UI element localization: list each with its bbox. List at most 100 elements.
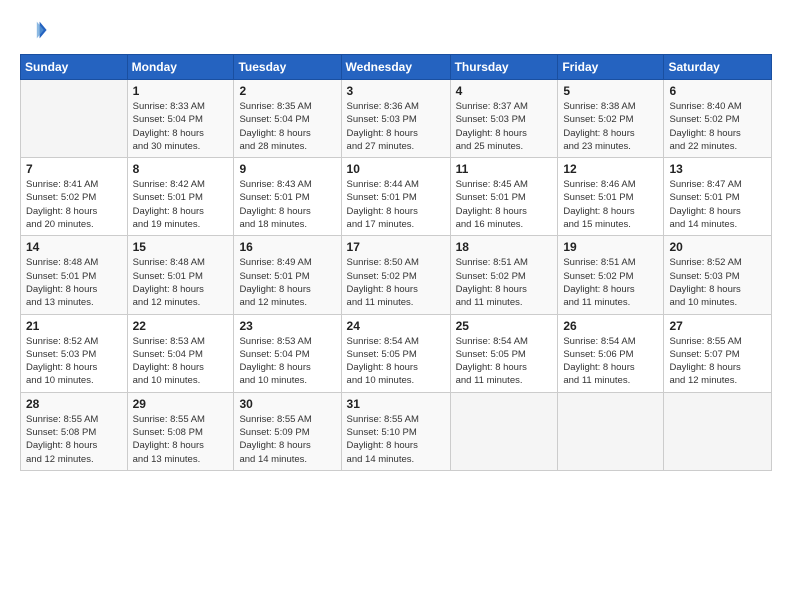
calendar-cell: 14Sunrise: 8:48 AM Sunset: 5:01 PM Dayli… <box>21 236 128 314</box>
column-header-saturday: Saturday <box>664 55 772 80</box>
calendar-cell: 17 Sunrise: 8:50 AM Sunset: 5:02 PM Dayli… <box>341 236 450 314</box>
cell-info-text: Sunrise: 8:35 AM Sunset: 5:04 PM Dayligh… <box>239 100 335 153</box>
calendar-cell: 1 Sunrise: 8:33 AM Sunset: 5:04 PM Daylig… <box>127 80 234 158</box>
column-header-thursday: Thursday <box>450 55 558 80</box>
calendar-cell: 15 Sunrise: 8:48 AM Sunset: 5:01 PM Dayli… <box>127 236 234 314</box>
calendar-header-row: SundayMondayTuesdayWednesdayThursdayFrid… <box>21 55 772 80</box>
cell-info-text: Sunrise: 8:45 AM Sunset: 5:01 PM Dayligh… <box>456 178 553 231</box>
cell-info-text: Sunrise: 8:33 AM Sunset: 5:04 PM Dayligh… <box>133 100 229 153</box>
calendar-cell: 26Sunrise: 8:54 AM Sunset: 5:06 PM Dayli… <box>558 314 664 392</box>
calendar-cell: 18 Sunrise: 8:51 AM Sunset: 5:02 PM Dayli… <box>450 236 558 314</box>
cell-day-number: 6 <box>669 84 766 98</box>
calendar-cell: 31 Sunrise: 8:55 AM Sunset: 5:10 PM Dayli… <box>341 392 450 470</box>
cell-info-text: Sunrise: 8:55 AM Sunset: 5:08 PM Dayligh… <box>133 413 229 466</box>
cell-day-number: 9 <box>239 162 335 176</box>
column-header-sunday: Sunday <box>21 55 128 80</box>
cell-day-number: 19 <box>563 240 658 254</box>
cell-info-text: Sunrise: 8:54 AM Sunset: 5:05 PM Dayligh… <box>456 335 553 388</box>
calendar-week-row: 28 Sunrise: 8:55 AM Sunset: 5:08 PM Dayli… <box>21 392 772 470</box>
cell-info-text: Sunrise: 8:37 AM Sunset: 5:03 PM Dayligh… <box>456 100 553 153</box>
cell-info-text: Sunrise: 8:36 AM Sunset: 5:03 PM Dayligh… <box>347 100 445 153</box>
logo <box>20 16 52 44</box>
calendar-cell: 13Sunrise: 8:47 AM Sunset: 5:01 PM Dayli… <box>664 158 772 236</box>
calendar-cell: 12Sunrise: 8:46 AM Sunset: 5:01 PM Dayli… <box>558 158 664 236</box>
calendar-cell <box>664 392 772 470</box>
calendar-table: SundayMondayTuesdayWednesdayThursdayFrid… <box>20 54 772 471</box>
cell-info-text: Sunrise: 8:52 AM Sunset: 5:03 PM Dayligh… <box>26 335 122 388</box>
cell-info-text: Sunrise: 8:48 AM Sunset: 5:01 PM Dayligh… <box>133 256 229 309</box>
cell-day-number: 10 <box>347 162 445 176</box>
calendar-cell <box>21 80 128 158</box>
calendar-cell: 8Sunrise: 8:42 AM Sunset: 5:01 PM Daylig… <box>127 158 234 236</box>
cell-day-number: 25 <box>456 319 553 333</box>
cell-day-number: 11 <box>456 162 553 176</box>
calendar-cell: 2 Sunrise: 8:35 AM Sunset: 5:04 PM Daylig… <box>234 80 341 158</box>
cell-day-number: 18 <box>456 240 553 254</box>
calendar-cell: 16Sunrise: 8:49 AM Sunset: 5:01 PM Dayli… <box>234 236 341 314</box>
cell-day-number: 20 <box>669 240 766 254</box>
calendar-cell: 30 Sunrise: 8:55 AM Sunset: 5:09 PM Dayli… <box>234 392 341 470</box>
column-header-friday: Friday <box>558 55 664 80</box>
calendar-cell: 10Sunrise: 8:44 AM Sunset: 5:01 PM Dayli… <box>341 158 450 236</box>
cell-info-text: Sunrise: 8:50 AM Sunset: 5:02 PM Dayligh… <box>347 256 445 309</box>
cell-day-number: 12 <box>563 162 658 176</box>
calendar-cell: 3Sunrise: 8:36 AM Sunset: 5:03 PM Daylig… <box>341 80 450 158</box>
column-header-tuesday: Tuesday <box>234 55 341 80</box>
calendar-cell: 27 Sunrise: 8:55 AM Sunset: 5:07 PM Dayli… <box>664 314 772 392</box>
cell-day-number: 5 <box>563 84 658 98</box>
cell-info-text: Sunrise: 8:53 AM Sunset: 5:04 PM Dayligh… <box>239 335 335 388</box>
calendar-week-row: 21Sunrise: 8:52 AM Sunset: 5:03 PM Dayli… <box>21 314 772 392</box>
cell-day-number: 17 <box>347 240 445 254</box>
cell-info-text: Sunrise: 8:51 AM Sunset: 5:02 PM Dayligh… <box>563 256 658 309</box>
calendar-cell: 21Sunrise: 8:52 AM Sunset: 5:03 PM Dayli… <box>21 314 128 392</box>
cell-day-number: 29 <box>133 397 229 411</box>
calendar-cell: 11 Sunrise: 8:45 AM Sunset: 5:01 PM Dayli… <box>450 158 558 236</box>
cell-info-text: Sunrise: 8:41 AM Sunset: 5:02 PM Dayligh… <box>26 178 122 231</box>
cell-day-number: 28 <box>26 397 122 411</box>
cell-info-text: Sunrise: 8:55 AM Sunset: 5:09 PM Dayligh… <box>239 413 335 466</box>
calendar-cell: 7 Sunrise: 8:41 AM Sunset: 5:02 PM Daylig… <box>21 158 128 236</box>
column-header-monday: Monday <box>127 55 234 80</box>
cell-day-number: 15 <box>133 240 229 254</box>
cell-day-number: 14 <box>26 240 122 254</box>
calendar-cell: 6Sunrise: 8:40 AM Sunset: 5:02 PM Daylig… <box>664 80 772 158</box>
cell-day-number: 22 <box>133 319 229 333</box>
calendar-week-row: 7 Sunrise: 8:41 AM Sunset: 5:02 PM Daylig… <box>21 158 772 236</box>
cell-day-number: 2 <box>239 84 335 98</box>
cell-info-text: Sunrise: 8:52 AM Sunset: 5:03 PM Dayligh… <box>669 256 766 309</box>
cell-day-number: 31 <box>347 397 445 411</box>
cell-day-number: 1 <box>133 84 229 98</box>
cell-info-text: Sunrise: 8:47 AM Sunset: 5:01 PM Dayligh… <box>669 178 766 231</box>
calendar-cell: 5 Sunrise: 8:38 AM Sunset: 5:02 PM Daylig… <box>558 80 664 158</box>
cell-info-text: Sunrise: 8:49 AM Sunset: 5:01 PM Dayligh… <box>239 256 335 309</box>
calendar-cell: 25 Sunrise: 8:54 AM Sunset: 5:05 PM Dayli… <box>450 314 558 392</box>
calendar-cell <box>558 392 664 470</box>
cell-info-text: Sunrise: 8:55 AM Sunset: 5:10 PM Dayligh… <box>347 413 445 466</box>
cell-info-text: Sunrise: 8:54 AM Sunset: 5:05 PM Dayligh… <box>347 335 445 388</box>
calendar-cell: 9Sunrise: 8:43 AM Sunset: 5:01 PM Daylig… <box>234 158 341 236</box>
calendar-cell: 28 Sunrise: 8:55 AM Sunset: 5:08 PM Dayli… <box>21 392 128 470</box>
column-header-wednesday: Wednesday <box>341 55 450 80</box>
cell-info-text: Sunrise: 8:38 AM Sunset: 5:02 PM Dayligh… <box>563 100 658 153</box>
cell-day-number: 30 <box>239 397 335 411</box>
calendar-week-row: 14 Sunrise: 8:48 AM Sunset: 5:01 PM Dayli… <box>21 236 772 314</box>
cell-info-text: Sunrise: 8:53 AM Sunset: 5:04 PM Dayligh… <box>133 335 229 388</box>
calendar-cell: 20 Sunrise: 8:52 AM Sunset: 5:03 PM Dayli… <box>664 236 772 314</box>
cell-info-text: Sunrise: 8:55 AM Sunset: 5:07 PM Dayligh… <box>669 335 766 388</box>
cell-info-text: Sunrise: 8:51 AM Sunset: 5:02 PM Dayligh… <box>456 256 553 309</box>
calendar-cell: 29 Sunrise: 8:55 AM Sunset: 5:08 PM Dayli… <box>127 392 234 470</box>
calendar-cell: 19 Sunrise: 8:51 AM Sunset: 5:02 PM Dayli… <box>558 236 664 314</box>
cell-day-number: 4 <box>456 84 553 98</box>
calendar-cell: 4 Sunrise: 8:37 AM Sunset: 5:03 PM Daylig… <box>450 80 558 158</box>
cell-day-number: 7 <box>26 162 122 176</box>
calendar-week-row: 1 Sunrise: 8:33 AM Sunset: 5:04 PM Daylig… <box>21 80 772 158</box>
page-header <box>20 16 772 44</box>
cell-day-number: 24 <box>347 319 445 333</box>
logo-icon <box>20 16 48 44</box>
calendar-cell: 24 Sunrise: 8:54 AM Sunset: 5:05 PM Dayli… <box>341 314 450 392</box>
cell-info-text: Sunrise: 8:42 AM Sunset: 5:01 PM Dayligh… <box>133 178 229 231</box>
cell-info-text: Sunrise: 8:55 AM Sunset: 5:08 PM Dayligh… <box>26 413 122 466</box>
calendar-cell: 22 Sunrise: 8:53 AM Sunset: 5:04 PM Dayli… <box>127 314 234 392</box>
cell-day-number: 27 <box>669 319 766 333</box>
cell-day-number: 26 <box>563 319 658 333</box>
